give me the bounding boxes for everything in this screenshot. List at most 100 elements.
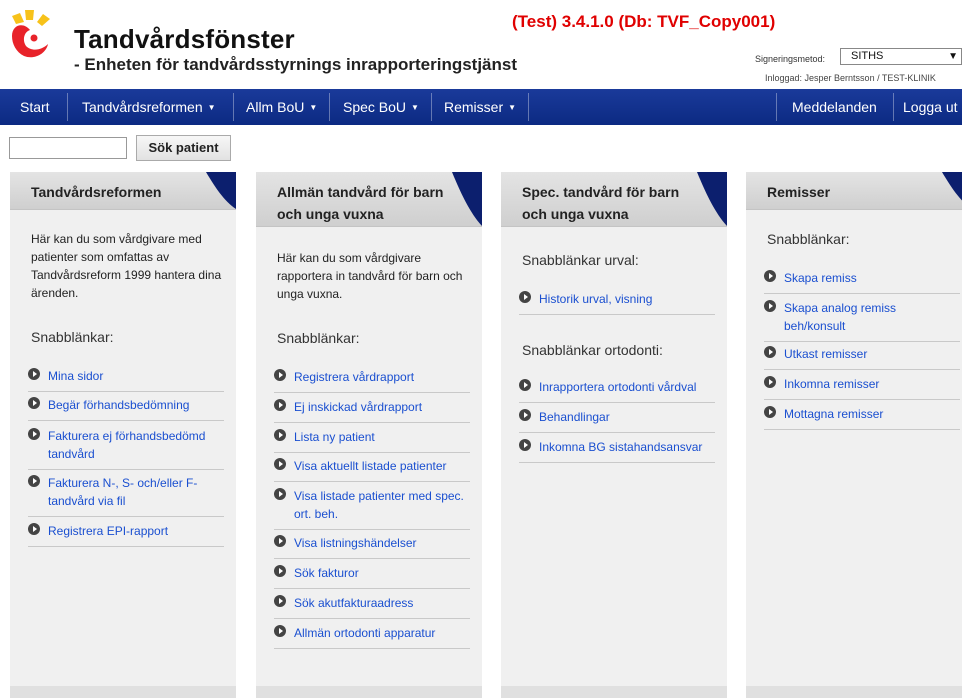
patient-search-input[interactable] bbox=[9, 137, 127, 159]
nav-tandvardsreformen-label: Tandvårdsreformen bbox=[82, 99, 203, 115]
link-label: Registrera EPI-rapport bbox=[48, 524, 169, 538]
link-label: Inkomna remisser bbox=[784, 377, 880, 391]
link-mottagna-remisser[interactable]: Mottagna remisser bbox=[764, 405, 960, 430]
play-bullet-icon bbox=[274, 488, 286, 500]
quicklinks-heading: Snabblänkar: bbox=[767, 231, 850, 247]
link-registrera-vardrapport[interactable]: Registrera vårdrapport bbox=[274, 368, 470, 393]
nav-divider bbox=[233, 93, 234, 121]
app-logo-icon bbox=[12, 10, 50, 58]
nav-remisser[interactable]: Remisser ▼ bbox=[444, 89, 516, 125]
nav-tandvardsreformen[interactable]: Tandvårdsreformen ▼ bbox=[82, 89, 216, 125]
play-bullet-icon bbox=[764, 346, 776, 358]
chevron-down-icon: ▼ bbox=[948, 51, 958, 62]
panel-footer bbox=[501, 686, 727, 698]
panel-remisser: Remisser Snabblänkar: Skapa remiss Skapa… bbox=[746, 172, 962, 698]
nav-meddelanden-label: Meddelanden bbox=[792, 99, 877, 115]
panel-footer bbox=[10, 686, 236, 698]
link-allman-ortodonti-apparatur[interactable]: Allmän ortodonti apparatur bbox=[274, 624, 470, 649]
link-label: Fakturera N-, S- och/eller F-tandvård vi… bbox=[48, 476, 198, 508]
play-bullet-icon bbox=[28, 475, 40, 487]
play-bullet-icon bbox=[519, 409, 531, 421]
link-fakturera-via-fil[interactable]: Fakturera N-, S- och/eller F-tandvård vi… bbox=[28, 474, 224, 517]
link-historik-urval[interactable]: Historik urval, visning bbox=[519, 290, 715, 315]
link-visa-aktuellt-listade[interactable]: Visa aktuellt listade patienter bbox=[274, 457, 470, 482]
nav-logga-ut[interactable]: Logga ut bbox=[903, 89, 958, 125]
play-bullet-icon bbox=[519, 379, 531, 391]
search-patient-button[interactable]: Sök patient bbox=[136, 135, 231, 161]
link-ej-inskickad-vardrapport[interactable]: Ej inskickad vårdrapport bbox=[274, 398, 470, 423]
link-label: Allmän ortodonti apparatur bbox=[294, 626, 436, 640]
play-bullet-icon bbox=[28, 368, 40, 380]
link-label: Inrapportera ortodonti vårdval bbox=[539, 380, 697, 394]
link-label: Sök fakturor bbox=[294, 566, 359, 580]
play-bullet-icon bbox=[274, 429, 286, 441]
nav-divider bbox=[893, 93, 894, 121]
link-inrapportera-ortodonti[interactable]: Inrapportera ortodonti vårdval bbox=[519, 378, 715, 403]
play-bullet-icon bbox=[274, 369, 286, 381]
quicklinks-urval-heading: Snabblänkar urval: bbox=[522, 252, 639, 268]
panel-allman-tandvard: Allmän tandvård för barn och unga vuxna … bbox=[256, 172, 482, 698]
signing-method-label: Signeringsmetod: bbox=[755, 54, 826, 64]
link-visa-listningshandelser[interactable]: Visa listningshändelser bbox=[274, 534, 470, 559]
nav-logga-ut-label: Logga ut bbox=[903, 99, 958, 115]
panel-header: Remisser bbox=[746, 172, 962, 210]
nav-spec-bou[interactable]: Spec BoU ▼ bbox=[343, 89, 419, 125]
link-inkomna-bg[interactable]: Inkomna BG sistahandsansvar bbox=[519, 438, 715, 463]
play-bullet-icon bbox=[764, 270, 776, 282]
link-inkomna-remisser[interactable]: Inkomna remisser bbox=[764, 375, 960, 400]
play-bullet-icon bbox=[274, 625, 286, 637]
panel-footer bbox=[256, 686, 482, 698]
panel-description: Här kan du som vårdgivare rapportera in … bbox=[277, 251, 463, 301]
link-lista-ny-patient[interactable]: Lista ny patient bbox=[274, 428, 470, 453]
link-label: Lista ny patient bbox=[294, 430, 375, 444]
logged-in-label: Inloggad: Jesper Berntsson / TEST-KLINIK bbox=[765, 73, 936, 83]
link-label: Begär förhandsbedömning bbox=[48, 398, 190, 412]
play-bullet-icon bbox=[28, 523, 40, 535]
app-subtitle: - Enheten för tandvårdsstyrnings inrappo… bbox=[74, 55, 518, 74]
link-begar-forhandsbedomning[interactable]: Begär förhandsbedömning bbox=[28, 396, 224, 421]
link-registrera-epi-rapport[interactable]: Registrera EPI-rapport bbox=[28, 522, 224, 547]
panel-title: Tandvårdsreformen bbox=[31, 184, 162, 200]
nav-meddelanden[interactable]: Meddelanden bbox=[792, 89, 877, 125]
quicklinks-heading: Snabblänkar: bbox=[31, 329, 114, 345]
link-label: Mina sidor bbox=[48, 369, 104, 383]
nav-allm-bou[interactable]: Allm BoU ▼ bbox=[246, 89, 317, 125]
environment-label: (Test) 3.4.1.0 (Db: TVF_Copy001) bbox=[512, 12, 776, 31]
link-label: Behandlingar bbox=[539, 410, 610, 424]
panel-title: Spec. tandvård för barn och unga vuxna bbox=[522, 184, 680, 222]
link-visa-listade-spec[interactable]: Visa listade patienter med spec. ort. be… bbox=[274, 487, 470, 530]
play-bullet-icon bbox=[274, 595, 286, 607]
link-sok-akutfakturaadress[interactable]: Sök akutfakturaadress bbox=[274, 594, 470, 619]
link-mina-sidor[interactable]: Mina sidor bbox=[28, 367, 224, 392]
nav-divider bbox=[528, 93, 529, 121]
nav-start-label: Start bbox=[20, 99, 50, 115]
link-label: Utkast remisser bbox=[784, 347, 868, 361]
link-behandlingar[interactable]: Behandlingar bbox=[519, 408, 715, 433]
link-label: Visa listade patienter med spec. ort. be… bbox=[294, 489, 464, 521]
caret-down-icon: ▼ bbox=[508, 103, 517, 112]
main-navbar: Start Tandvårdsreformen ▼ Allm BoU ▼ Spec … bbox=[0, 89, 962, 125]
link-label: Registrera vårdrapport bbox=[294, 370, 415, 384]
link-sok-fakturor[interactable]: Sök fakturor bbox=[274, 564, 470, 589]
panel-header: Spec. tandvård för barn och unga vuxna bbox=[501, 172, 727, 227]
link-fakturera-ej-forhandsbedomd[interactable]: Fakturera ej förhandsbedömd tandvård bbox=[28, 427, 224, 470]
play-bullet-icon bbox=[28, 428, 40, 440]
signing-method-select[interactable]: SITHS ▼ bbox=[840, 48, 962, 65]
play-bullet-icon bbox=[764, 406, 776, 418]
link-label: Skapa remiss bbox=[784, 271, 857, 285]
signing-method-value: SITHS bbox=[851, 50, 884, 62]
play-bullet-icon bbox=[519, 439, 531, 451]
panel-spec-tandvard: Spec. tandvård för barn och unga vuxna S… bbox=[501, 172, 727, 698]
link-skapa-analog-remiss[interactable]: Skapa analog remiss beh/konsult bbox=[764, 299, 960, 342]
link-label: Skapa analog remiss beh/konsult bbox=[784, 301, 897, 333]
nav-spec-bou-label: Spec BoU bbox=[343, 99, 407, 115]
link-utkast-remisser[interactable]: Utkast remisser bbox=[764, 345, 960, 370]
link-skapa-remiss[interactable]: Skapa remiss bbox=[764, 269, 960, 294]
caret-down-icon: ▼ bbox=[411, 103, 419, 112]
panel-title: Remisser bbox=[767, 184, 831, 200]
panel-tandvardsreformen: Tandvårdsreformen Här kan du som vårdgiv… bbox=[10, 172, 236, 698]
panel-footer bbox=[746, 686, 962, 698]
nav-start[interactable]: Start bbox=[20, 89, 50, 125]
nav-divider bbox=[776, 93, 777, 121]
link-label: Fakturera ej förhandsbedömd tandvård bbox=[48, 429, 206, 461]
